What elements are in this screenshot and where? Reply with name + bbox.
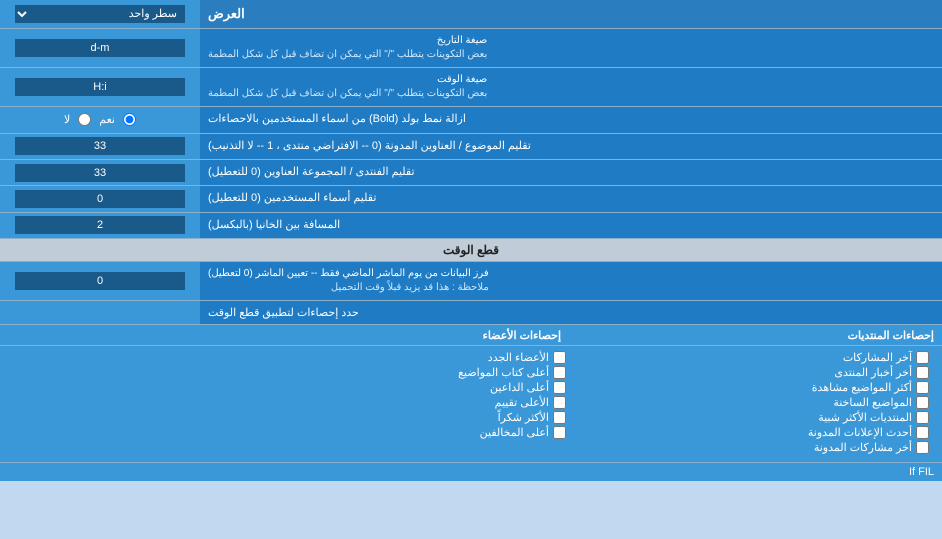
time-format-label: صيغة الوقت بعض التكوينات يتطلب "/" التي … [200,68,942,106]
bold-no-label: لا [64,113,70,126]
cutoff-row: فرز البيانات من يوم الماشر الماضي فقط --… [0,262,942,301]
checkbox-most-thanks-label: الأكثر شكراً [498,411,549,424]
checkbox-item: أعلى كتاب المواضيع [213,366,566,379]
checkbox-item: الأكثر شكراً [213,411,566,424]
date-format-input[interactable] [15,39,185,57]
usernames-trim-input[interactable] [15,190,185,208]
time-format-input-wrap [0,68,200,106]
time-format-input[interactable] [15,78,185,96]
stats-col2: الأعضاء الجدد أعلى كتاب المواضيع أعلى ال… [208,349,571,456]
cutoff-section-header: قطع الوقت [0,239,942,262]
bold-remove-label: ازالة نمط بولد (Bold) من اسماء المستخدمي… [200,107,942,132]
bold-yes-radio[interactable] [123,113,136,126]
checkbox-most-viewed-label: أكثر المواضيع مشاهدة [812,381,912,394]
checkbox-top-violations-label: أعلى المخالفين [480,426,549,439]
checkbox-forum-news[interactable] [916,366,929,379]
checkbox-hot-topics-label: المواضيع الساخنة [833,396,912,409]
checkbox-most-viewed[interactable] [916,381,929,394]
col1-header: إحصاءات المنتديات [848,330,934,342]
checkbox-top-rated[interactable] [553,396,566,409]
if-fil-text: If FIL [0,463,942,481]
checkbox-most-thanks[interactable] [553,411,566,424]
checkbox-new-members[interactable] [553,351,566,364]
checkbox-most-similar-label: المنتديات الأكثر شبية [818,411,912,424]
checkbox-latest-announce-label: أحدث الإعلانات المدونة [808,426,912,439]
checkbox-forum-news-label: أخر أخبار المنتدى [834,366,912,379]
col2-header: إحصاءات الأعضاء [483,330,561,342]
checkbox-blog-posts[interactable] [916,441,929,454]
single-line-select[interactable]: سطر واحد متعدد الأسطر [15,5,185,23]
usernames-trim-label: تقليم أسماء المستخدمين (0 للتعطيل) [200,186,942,211]
cutoff-input-wrap [0,262,200,300]
date-format-row: صيغة التاريخ بعض التكوينات يتطلب "/" الت… [0,29,942,68]
topic-sort-row: تقليم الموضوع / العناوين المدونة (0 -- ا… [0,134,942,160]
checkbox-item: أعلى الداعين [213,381,566,394]
checkbox-item: أخر أخبار المنتدى [576,366,929,379]
topic-sort-label: تقليم الموضوع / العناوين المدونة (0 -- ا… [200,134,942,159]
checkbox-hot-topics[interactable] [916,396,929,409]
checkbox-item: الأعضاء الجدد [213,351,566,364]
checkbox-top-rated-label: الأعلى تقييم [495,396,549,409]
checkbox-item: أحدث الإعلانات المدونة [576,426,929,439]
header-row: العرض سطر واحد متعدد الأسطر [0,0,942,29]
checkbox-item: أكثر المواضيع مشاهدة [576,381,929,394]
checkbox-item: آخر المشاركات [576,351,929,364]
topic-sort-input-wrap [0,134,200,159]
space-between-input-wrap [0,213,200,238]
stats-col1: آخر المشاركات أخر أخبار المنتدى أكثر الم… [571,349,934,456]
checkbox-top-callers-label: أعلى الداعين [490,381,549,394]
checkbox-new-members-label: الأعضاء الجدد [488,351,549,364]
checkbox-top-violations[interactable] [553,426,566,439]
checkbox-top-authors-label: أعلى كتاب المواضيع [458,366,549,379]
checkbox-item: المواضيع الساخنة [576,396,929,409]
forum-sort-input[interactable] [15,164,185,182]
usernames-trim-row: تقليم أسماء المستخدمين (0 للتعطيل) [0,186,942,212]
checkbox-last-posts-label: آخر المشاركات [843,351,912,364]
bold-yes-label: نعم [99,113,115,126]
bold-no-radio[interactable] [78,113,91,126]
checkbox-top-authors[interactable] [553,366,566,379]
checkbox-item: أعلى المخالفين [213,426,566,439]
checkbox-latest-announce[interactable] [916,426,929,439]
date-format-label: صيغة التاريخ بعض التكوينات يتطلب "/" الت… [200,29,942,67]
bold-remove-options: نعم لا [0,107,200,132]
bold-remove-row: ازالة نمط بولد (Bold) من اسماء المستخدمي… [0,107,942,133]
checkbox-item: الأعلى تقييم [213,396,566,409]
cutoff-label: فرز البيانات من يوم الماشر الماضي فقط --… [200,262,942,300]
topic-sort-input[interactable] [15,137,185,155]
space-between-label: المسافة بين الخانيا (بالبكسل) [200,213,942,238]
checkbox-item: المنتديات الأكثر شبية [576,411,929,424]
space-between-row: المسافة بين الخانيا (بالبكسل) [0,213,942,239]
forum-sort-row: تقليم الفنتدى / المجموعة العناوين (0 للت… [0,160,942,186]
space-between-input[interactable] [15,216,185,234]
forum-sort-label: تقليم الفنتدى / المجموعة العناوين (0 للت… [200,160,942,185]
checkbox-item: أخر مشاركات المدونة [576,441,929,454]
checkbox-most-similar[interactable] [916,411,929,424]
date-format-input-wrap [0,29,200,67]
time-format-row: صيغة الوقت بعض التكوينات يتطلب "/" التي … [0,68,942,107]
forum-sort-input-wrap [0,160,200,185]
cutoff-input[interactable] [15,272,185,290]
usernames-trim-input-wrap [0,186,200,211]
page-title: العرض [200,0,942,28]
checkbox-top-callers[interactable] [553,381,566,394]
checkbox-last-posts[interactable] [916,351,929,364]
checkbox-blog-posts-label: أخر مشاركات المدونة [814,441,912,454]
stats-section-label: حدد إحصاءات لتطبيق قطع الوقت [200,301,942,324]
single-line-select-wrap: سطر واحد متعدد الأسطر [0,0,200,28]
